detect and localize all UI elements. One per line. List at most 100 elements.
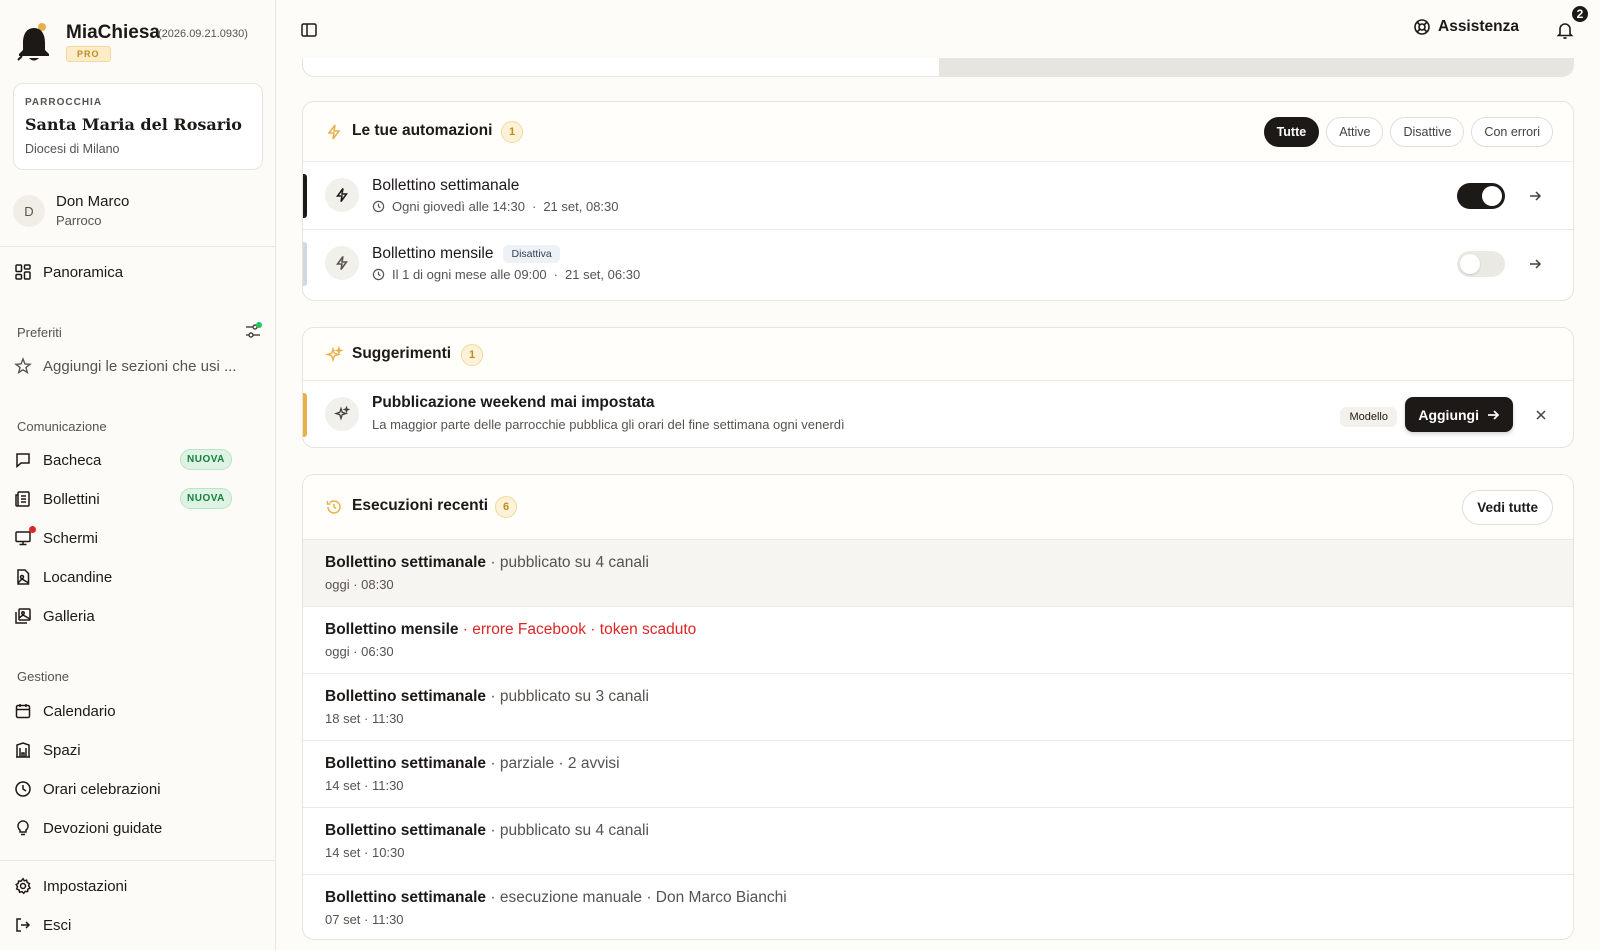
executions-count-badge: 6 bbox=[495, 496, 517, 518]
automation-filters: Tutte Attive Disattive Con errori bbox=[1263, 117, 1553, 147]
previous-card-bottom bbox=[302, 58, 1574, 77]
alert-dot bbox=[29, 526, 36, 533]
grid-icon bbox=[14, 263, 32, 281]
clock-icon bbox=[372, 268, 385, 281]
parish-card[interactable]: PARROCCHIA Santa Maria del Rosario Dioce… bbox=[13, 83, 263, 170]
message-icon bbox=[14, 451, 32, 469]
execution-row[interactable]: Bollettino settimanale · esecuzione manu… bbox=[303, 875, 1573, 939]
sidebar-toggle-icon[interactable] bbox=[300, 21, 318, 39]
execution-row[interactable]: Bollettino settimanale · parziale · 2 av… bbox=[303, 741, 1573, 808]
sidebar-item-orari[interactable]: Orari celebrazioni bbox=[14, 773, 264, 805]
execution-title: Bollettino settimanale · pubblicato su 4… bbox=[325, 822, 649, 840]
executions-title: Esecuzioni recenti bbox=[352, 497, 489, 514]
close-icon[interactable] bbox=[1533, 407, 1549, 423]
filter-all[interactable]: Tutte bbox=[1263, 117, 1320, 147]
suggestions-card: Suggerimenti 1 Pubblicazione weekend mai… bbox=[302, 327, 1574, 448]
sidebar-item-add-favorites[interactable]: Aggiungi le sezioni che usi ... bbox=[14, 350, 264, 382]
schedule-text: Il 1 di ogni mese alle 09:00 bbox=[392, 267, 547, 282]
sidebar-item-label: Devozioni guidate bbox=[43, 819, 163, 837]
add-suggestion-button[interactable]: Aggiungi bbox=[1405, 397, 1513, 432]
execution-detail: · esecuzione manuale · Don Marco Bianchi bbox=[486, 889, 787, 906]
parish-caption: PARROCCHIA bbox=[25, 97, 103, 108]
execution-row[interactable]: Bollettino mensile · errore Facebook · t… bbox=[303, 607, 1573, 674]
avatar: D bbox=[13, 195, 45, 227]
newspaper-icon bbox=[14, 490, 32, 508]
last-run: 21 set, 08:30 bbox=[543, 199, 619, 214]
star-icon bbox=[14, 357, 32, 375]
sidebar-item-galleria[interactable]: Galleria bbox=[14, 600, 264, 632]
executions-header: Esecuzioni recenti 6 Vedi tutte bbox=[303, 475, 1573, 540]
automation-toggle[interactable] bbox=[1457, 183, 1505, 209]
sidebar-item-locandine[interactable]: Locandine bbox=[14, 561, 264, 593]
new-badge: NUOVA bbox=[180, 449, 232, 470]
lifebuoy-icon bbox=[1413, 18, 1438, 36]
sidebar-item-label: Bacheca bbox=[43, 451, 102, 469]
automation-title: Bollettino settimanale bbox=[372, 177, 519, 195]
sidebar-item-calendario[interactable]: Calendario bbox=[14, 695, 264, 727]
suggestion-accent-bar bbox=[303, 393, 307, 437]
automation-schedule: Il 1 di ogni mese alle 09:00 · 21 set, 0… bbox=[372, 267, 640, 282]
help-button[interactable]: Assistenza bbox=[1413, 18, 1519, 36]
execution-row[interactable]: Bollettino settimanale · pubblicato su 4… bbox=[303, 540, 1573, 607]
edit-favorites-icon[interactable] bbox=[244, 322, 262, 340]
execution-time: oggi · 06:30 bbox=[325, 644, 394, 659]
clock-icon bbox=[372, 200, 385, 213]
gear-icon bbox=[14, 877, 32, 895]
user-name: Don Marco bbox=[56, 193, 130, 210]
suggestion-title: Pubblicazione weekend mai impostata bbox=[372, 394, 655, 411]
execution-error: · errore Facebook · token scaduto bbox=[458, 621, 697, 638]
automations-count-badge: 1 bbox=[501, 121, 523, 143]
clock-icon bbox=[14, 780, 32, 798]
sidebar-item-settings[interactable]: Impostazioni bbox=[14, 870, 264, 902]
arrow-right-icon[interactable] bbox=[1527, 188, 1543, 204]
automation-row[interactable]: Bollettino mensile Disattiva Il 1 di ogn… bbox=[303, 230, 1573, 298]
automation-icon bbox=[325, 178, 359, 212]
filter-inactive[interactable]: Disattive bbox=[1390, 117, 1465, 147]
execution-name: Bollettino settimanale bbox=[325, 889, 487, 906]
topbar: Assistenza 2 bbox=[277, 0, 1600, 60]
execution-detail: · pubblicato su 4 canali bbox=[486, 822, 649, 839]
sidebar-item-schermi[interactable]: Schermi bbox=[14, 522, 264, 554]
automations-header: Le tue automazioni 1 Tutte Attive Disatt… bbox=[303, 102, 1573, 162]
sidebar-item-label: Panoramica bbox=[43, 263, 124, 281]
automation-row[interactable]: Bollettino settimanale Ogni giovedì alle… bbox=[303, 162, 1573, 230]
management-label: Gestione bbox=[17, 669, 70, 684]
sidebar-item-spazi[interactable]: Spazi bbox=[14, 734, 264, 766]
bell-logo-icon bbox=[16, 22, 52, 62]
suggestions-title: Suggerimenti bbox=[352, 345, 452, 362]
execution-title: Bollettino settimanale · parziale · 2 av… bbox=[325, 755, 620, 773]
arrow-right-icon[interactable] bbox=[1527, 256, 1543, 272]
sidebar-item-label: Impostazioni bbox=[43, 877, 128, 895]
notifications-count-badge: 2 bbox=[1570, 4, 1590, 24]
filter-errors[interactable]: Con errori bbox=[1471, 117, 1553, 147]
sidebar-item-overview[interactable]: Panoramica bbox=[14, 256, 264, 288]
new-badge: NUOVA bbox=[180, 488, 232, 509]
lightbulb-icon bbox=[14, 819, 32, 837]
user-profile[interactable]: D Don Marco Parroco bbox=[13, 192, 263, 236]
schedule-text: Ogni giovedì alle 14:30 bbox=[392, 199, 525, 214]
automation-toggle[interactable] bbox=[1457, 251, 1505, 277]
execution-title: Bollettino mensile · errore Facebook · t… bbox=[325, 621, 696, 639]
add-label: Aggiungi bbox=[1418, 406, 1479, 423]
execution-time: 14 set · 10:30 bbox=[325, 845, 405, 860]
sidebar-item-logout[interactable]: Esci bbox=[14, 909, 264, 941]
sidebar-item-label: Esci bbox=[43, 916, 72, 934]
notifications-bell-icon[interactable] bbox=[1555, 20, 1575, 40]
automation-name: Bollettino mensile bbox=[372, 245, 494, 262]
sidebar-item-bacheca[interactable]: Bacheca NUOVA bbox=[14, 444, 264, 476]
sidebar-item-devozioni[interactable]: Devozioni guidate bbox=[14, 812, 264, 844]
sidebar-item-bollettini[interactable]: Bollettini NUOVA bbox=[14, 483, 264, 515]
filter-active[interactable]: Attive bbox=[1326, 117, 1384, 147]
active-accent-bar bbox=[303, 174, 307, 218]
execution-row[interactable]: Bollettino settimanale · pubblicato su 4… bbox=[303, 808, 1573, 875]
app-name: MiaChiesa bbox=[66, 22, 160, 43]
suggestion-description: La maggior parte delle parrocchie pubbli… bbox=[372, 417, 845, 432]
calendar-icon bbox=[14, 702, 32, 720]
help-label: Assistenza bbox=[1438, 18, 1519, 35]
execution-row[interactable]: Bollettino settimanale · pubblicato su 3… bbox=[303, 674, 1573, 741]
see-all-button[interactable]: Vedi tutte bbox=[1462, 490, 1553, 525]
execution-title: Bollettino settimanale · esecuzione manu… bbox=[325, 889, 787, 907]
user-role: Parroco bbox=[56, 213, 102, 228]
brand[interactable]: MiaChiesa (2026.09.21.0930) PRO bbox=[16, 18, 266, 66]
arrow-right-icon bbox=[1488, 409, 1500, 420]
